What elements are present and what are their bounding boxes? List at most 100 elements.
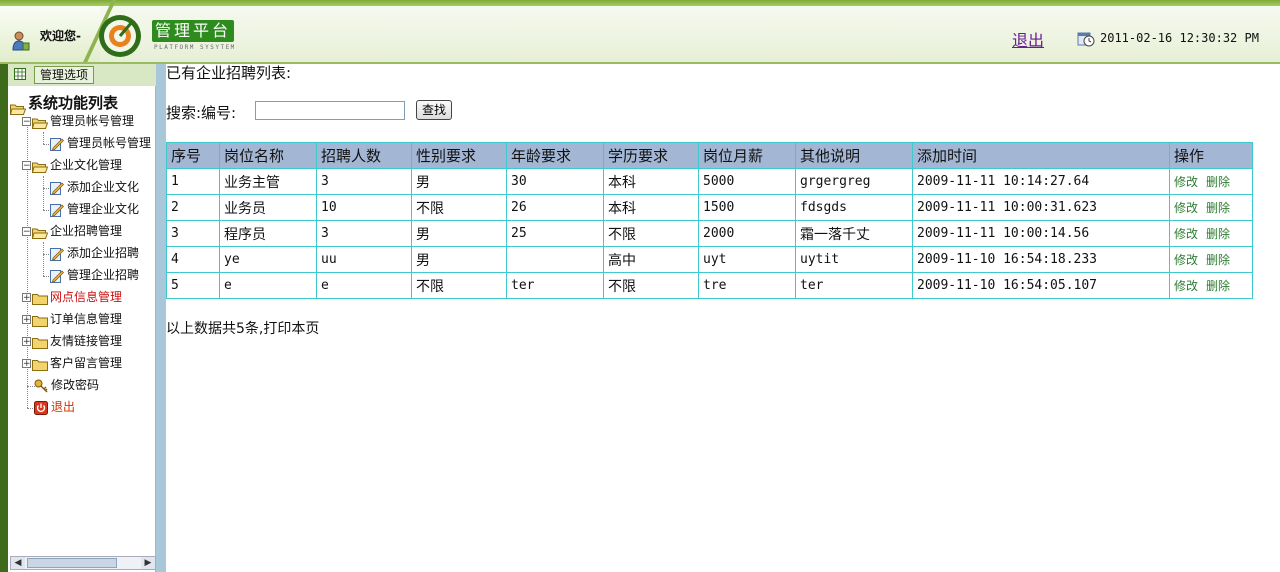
sidebar: 管理选项 系统功能列表 − 管理员帐号管理 管理员帐号管理 − 企业文化管理 添… <box>0 64 156 572</box>
cell-gender: 男 <box>411 220 507 247</box>
delete-link[interactable]: 删除 <box>1206 279 1230 293</box>
sidebar-item-label: 添加企业招聘 <box>67 246 140 260</box>
sidebar-item-change-password[interactable]: 修改密码 <box>34 376 99 394</box>
key-icon <box>34 379 48 392</box>
sidebar-item-add-culture[interactable]: 添加企业文化 <box>50 178 139 196</box>
sidebar-item-manage-recruitment[interactable]: 管理企业招聘 <box>50 266 139 284</box>
sidebar-folder-links[interactable]: + 友情链接管理 <box>22 332 122 350</box>
cell-salary: 2000 <box>698 220 796 247</box>
delete-link[interactable]: 删除 <box>1206 227 1230 241</box>
cell-education: 高中 <box>603 246 699 273</box>
user-icon <box>12 31 30 51</box>
sidebar-folder-admin-account[interactable]: − 管理员帐号管理 <box>22 112 134 130</box>
power-icon <box>34 400 48 415</box>
sidebar-folder-messages[interactable]: + 客户留言管理 <box>22 354 122 372</box>
sidebar-item-label: 企业文化管理 <box>50 158 123 172</box>
cell-education: 本科 <box>603 168 699 195</box>
cell-index: 2 <box>166 194 220 221</box>
welcome-text: 欢迎您- <box>40 29 81 43</box>
sidebar-folder-culture[interactable]: − 企业文化管理 <box>22 156 122 174</box>
cell-gender: 不限 <box>411 272 507 299</box>
grid-icon <box>14 68 26 80</box>
edit-link[interactable]: 修改 <box>1174 253 1198 267</box>
delete-link[interactable]: 删除 <box>1206 175 1230 189</box>
col-education: 学历要求 <box>603 142 699 169</box>
edit-link[interactable]: 修改 <box>1174 175 1198 189</box>
expand-icon[interactable]: + <box>22 337 31 347</box>
tree-title-label: 系统功能列表 <box>28 94 119 112</box>
edit-link[interactable]: 修改 <box>1174 201 1198 215</box>
expand-icon[interactable]: + <box>22 315 31 325</box>
logout-link[interactable]: 退出 <box>1012 27 1044 51</box>
folder-open-icon <box>31 116 49 129</box>
logo-subtitle: PLATFORM SYSYTEM <box>154 44 236 51</box>
sidebar-item-label: 管理企业招聘 <box>67 268 140 282</box>
table-header-row: 序号 岗位名称 招聘人数 性别要求 年龄要求 学历要求 岗位月薪 其他说明 添加… <box>166 142 1253 169</box>
logo-icon <box>99 15 141 57</box>
table-row: 4 ye uu 男 高中 uyt uytit 2009-11-10 16:54:… <box>166 246 1253 273</box>
collapse-icon[interactable]: − <box>22 227 31 237</box>
cell-actions: 修改 删除 <box>1169 194 1253 221</box>
sidebar-item-label: 网点信息管理 <box>50 290 123 304</box>
search-button[interactable]: 查找 <box>416 100 452 120</box>
sidebar-item-label: 客户留言管理 <box>50 356 123 370</box>
scroll-thumb[interactable] <box>27 558 117 568</box>
edit-link[interactable]: 修改 <box>1174 227 1198 241</box>
cell-headcount: 3 <box>316 220 412 247</box>
sidebar-item-label: 添加企业文化 <box>67 180 140 194</box>
table-row: 1 业务主管 3 男 30 本科 5000 grgergreg 2009-11-… <box>166 168 1253 195</box>
expand-icon[interactable]: + <box>22 293 31 303</box>
table-row: 3 程序员 3 男 25 不限 2000 霜一落千丈 2009-11-11 10… <box>166 220 1253 247</box>
sidebar-folder-outlets[interactable]: + 网点信息管理 <box>22 288 122 306</box>
sidebar-header: 管理选项 <box>8 64 156 86</box>
sidebar-item-add-recruitment[interactable]: 添加企业招聘 <box>50 244 139 262</box>
collapse-icon[interactable]: − <box>22 117 31 127</box>
sidebar-item-exit[interactable]: 退出 <box>34 398 75 416</box>
cell-age: 30 <box>506 168 604 195</box>
page-title: 已有企业招聘列表: <box>166 64 292 82</box>
sidebar-item-admin-account[interactable]: 管理员帐号管理 <box>50 134 151 152</box>
edit-link[interactable]: 修改 <box>1174 279 1198 293</box>
cell-notes: grgergreg <box>795 168 913 195</box>
search-input[interactable] <box>255 101 405 120</box>
sidebar-item-manage-culture[interactable]: 管理企业文化 <box>50 200 139 218</box>
main-content: 已有企业招聘列表: 搜索:编号: 查找 序号 岗位名称 招聘人数 性别要求 年龄… <box>166 64 1280 572</box>
cell-index: 4 <box>166 246 220 273</box>
collapse-icon[interactable]: − <box>22 161 31 171</box>
frame-splitter[interactable] <box>156 64 166 572</box>
cell-education: 本科 <box>603 194 699 221</box>
delete-link[interactable]: 删除 <box>1206 201 1230 215</box>
cell-position: ye <box>219 246 317 273</box>
sidebar-folder-orders[interactable]: + 订单信息管理 <box>22 310 122 328</box>
delete-link[interactable]: 删除 <box>1206 253 1230 267</box>
calendar-clock-icon <box>1077 32 1095 47</box>
cell-headcount: 10 <box>316 194 412 221</box>
sidebar-folder-recruitment[interactable]: − 企业招聘管理 <box>22 222 122 240</box>
cell-notes: uytit <box>795 246 913 273</box>
col-position: 岗位名称 <box>219 142 317 169</box>
sidebar-item-label: 管理员帐号管理 <box>50 114 135 128</box>
cell-actions: 修改 删除 <box>1169 246 1253 273</box>
sidebar-item-label: 修改密码 <box>51 378 100 392</box>
cell-notes: 霜一落千丈 <box>795 220 913 247</box>
cell-added-time: 2009-11-11 10:00:31.623 <box>912 194 1170 221</box>
sidebar-horizontal-scrollbar[interactable]: ◀ ▶ <box>10 556 156 570</box>
sidebar-item-label: 管理员帐号管理 <box>67 136 152 150</box>
folder-open-icon <box>31 226 49 239</box>
col-actions: 操作 <box>1169 142 1253 169</box>
top-header: 欢迎您- 管理平台 PLATFORM SYSYTEM 退出 2011-02-16… <box>0 0 1280 64</box>
edit-page-icon <box>50 181 64 195</box>
cell-position: 业务主管 <box>219 168 317 195</box>
expand-icon[interactable]: + <box>22 359 31 369</box>
scroll-right-icon[interactable]: ▶ <box>141 557 155 569</box>
tree-connector <box>43 242 44 276</box>
cell-index: 3 <box>166 220 220 247</box>
cell-position: 业务员 <box>219 194 317 221</box>
cell-education: 不限 <box>603 272 699 299</box>
manage-options-button[interactable]: 管理选项 <box>34 66 95 84</box>
search-label: 搜索:编号: <box>166 104 237 122</box>
col-gender: 性别要求 <box>411 142 507 169</box>
scroll-left-icon[interactable]: ◀ <box>11 557 25 569</box>
cell-age: 25 <box>506 220 604 247</box>
folder-closed-icon <box>32 336 48 349</box>
